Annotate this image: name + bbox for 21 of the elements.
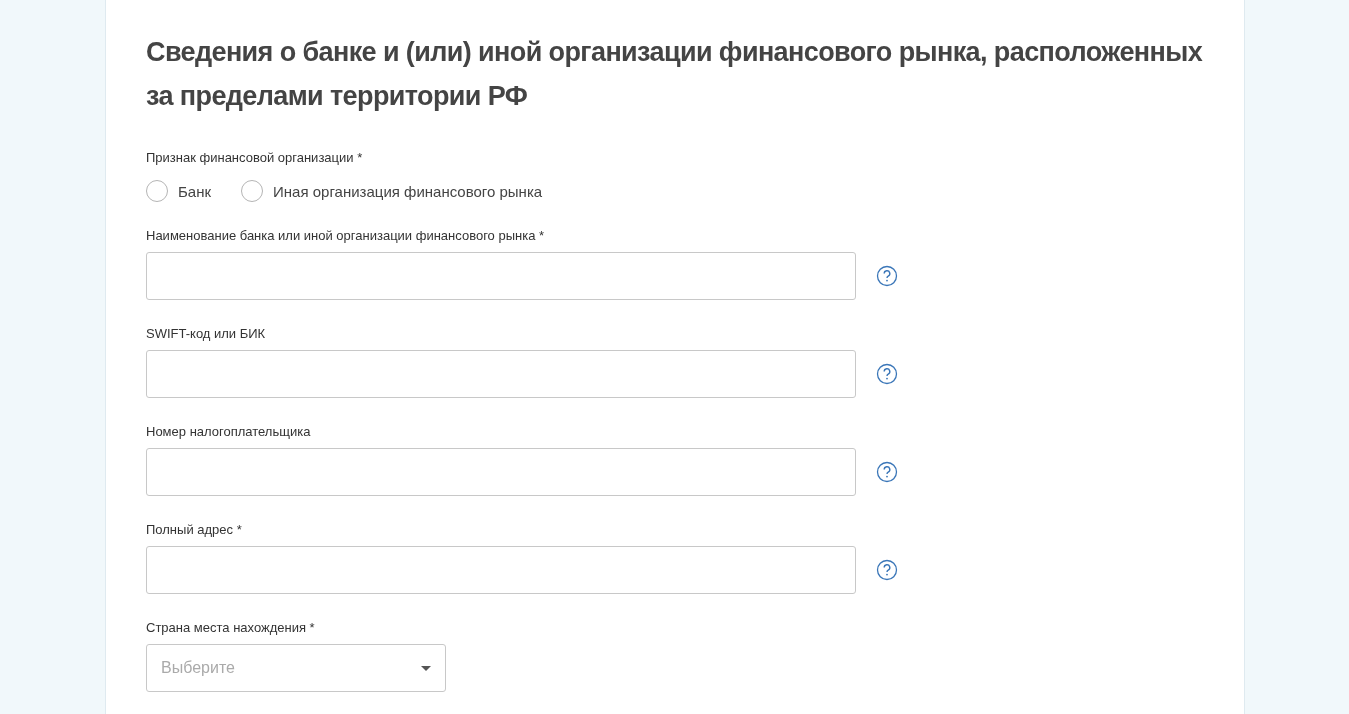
caret-icon [421, 665, 431, 671]
help-icon[interactable] [876, 265, 898, 287]
field-label: Наименование банка или иной организации финансового рынка * [146, 228, 546, 244]
radio-button[interactable] [146, 180, 168, 202]
dropdown-placeholder: Выберите [161, 659, 235, 677]
input-field[interactable] [146, 448, 856, 496]
input-field[interactable] [146, 350, 856, 398]
radio-label[interactable]: Банк [178, 182, 212, 200]
field-label: Номер налогоплательщика [146, 424, 312, 440]
radio-label[interactable]: Иная организация финансового рынка [273, 182, 543, 200]
input-field[interactable] [146, 546, 856, 594]
help-icon[interactable] [876, 363, 898, 385]
input-field[interactable] [146, 252, 856, 300]
form-title: Сведения о банке и (или) иной организации финансового рынка, расположенных за пределами территории РФ [146, 36, 1204, 113]
help-icon[interactable] [876, 461, 898, 483]
field-label: Полный адрес * [146, 522, 243, 538]
field-label: Страна места нахождения * [146, 620, 316, 636]
field-label: Признак финансовой организации * [146, 150, 364, 166]
field-label: SWIFT-код или БИК [146, 326, 267, 342]
help-icon[interactable] [876, 559, 898, 581]
radio-button[interactable] [241, 180, 264, 202]
